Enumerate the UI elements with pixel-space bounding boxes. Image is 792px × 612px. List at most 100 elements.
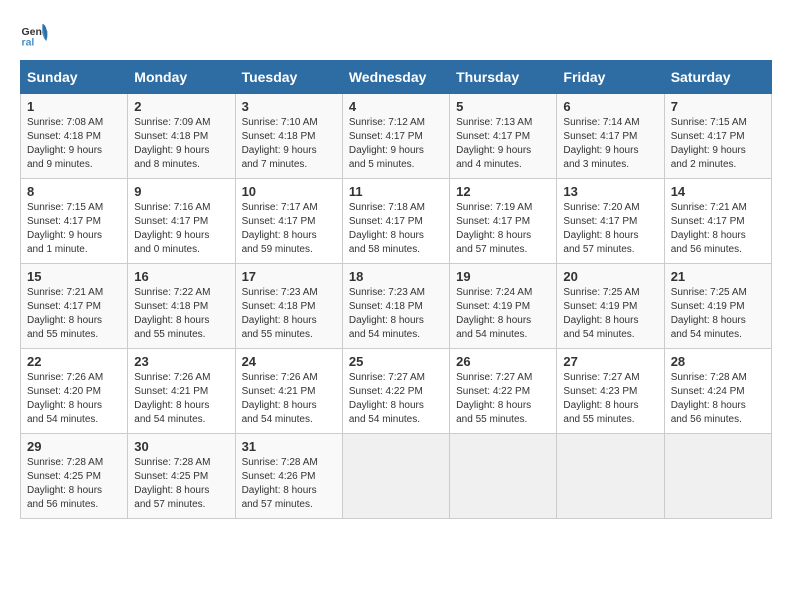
day-info: Sunrise: 7:27 AMSunset: 4:22 PMDaylight:… — [456, 371, 550, 427]
day-info: Sunrise: 7:20 AMSunset: 4:17 PMDaylight:… — [563, 201, 657, 257]
day-info: Sunrise: 7:21 AMSunset: 4:17 PMDaylight:… — [27, 286, 121, 342]
day-number: 2 — [134, 99, 228, 114]
day-number: 3 — [242, 99, 336, 114]
calendar-cell: 29 Sunrise: 7:28 AMSunset: 4:25 PMDayligh… — [21, 434, 128, 519]
calendar-cell: 28 Sunrise: 7:28 AMSunset: 4:24 PMDayligh… — [664, 349, 771, 434]
day-number: 17 — [242, 269, 336, 284]
calendar-cell — [664, 434, 771, 519]
calendar-table: SundayMondayTuesdayWednesdayThursdayFrid… — [20, 60, 772, 519]
calendar-cell — [342, 434, 449, 519]
day-number: 20 — [563, 269, 657, 284]
calendar-cell: 7Sunrise: 7:15 AMSunset: 4:17 PMDaylight… — [664, 94, 771, 179]
day-number: 4 — [349, 99, 443, 114]
calendar-cell: 14 Sunrise: 7:21 AMSunset: 4:17 PMDayligh… — [664, 179, 771, 264]
day-info: Sunrise: 7:19 AMSunset: 4:17 PMDaylight:… — [456, 201, 550, 257]
week-row-4: 22 Sunrise: 7:26 AMSunset: 4:20 PMDayligh… — [21, 349, 772, 434]
day-info: Sunrise: 7:14 AMSunset: 4:17 PMDaylight:… — [563, 116, 657, 172]
day-info: Sunrise: 7:25 AMSunset: 4:19 PMDaylight:… — [563, 286, 657, 342]
day-number: 14 — [671, 184, 765, 199]
week-row-2: 8Sunrise: 7:15 AMSunset: 4:17 PMDaylight… — [21, 179, 772, 264]
calendar-cell: 8Sunrise: 7:15 AMSunset: 4:17 PMDaylight… — [21, 179, 128, 264]
day-info: Sunrise: 7:23 AMSunset: 4:18 PMDaylight:… — [349, 286, 443, 342]
calendar-cell: 5Sunrise: 7:13 AMSunset: 4:17 PMDaylight… — [450, 94, 557, 179]
calendar-cell: 18 Sunrise: 7:23 AMSunset: 4:18 PMDayligh… — [342, 264, 449, 349]
day-info: Sunrise: 7:28 AMSunset: 4:24 PMDaylight:… — [671, 371, 765, 427]
calendar-cell: 6 Sunrise: 7:14 AMSunset: 4:17 PMDaylight… — [557, 94, 664, 179]
day-info: Sunrise: 7:16 AMSunset: 4:17 PMDaylight:… — [134, 201, 228, 257]
day-info: Sunrise: 7:21 AMSunset: 4:17 PMDaylight:… — [671, 201, 765, 257]
day-number: 23 — [134, 354, 228, 369]
day-number: 28 — [671, 354, 765, 369]
weekday-header-wednesday: Wednesday — [342, 61, 449, 94]
calendar-cell: 22 Sunrise: 7:26 AMSunset: 4:20 PMDayligh… — [21, 349, 128, 434]
day-number: 7 — [671, 99, 765, 114]
day-number: 19 — [456, 269, 550, 284]
day-number: 9 — [134, 184, 228, 199]
day-info: Sunrise: 7:25 AMSunset: 4:19 PMDaylight:… — [671, 286, 765, 342]
calendar-cell: 2 Sunrise: 7:09 AMSunset: 4:18 PMDaylight… — [128, 94, 235, 179]
day-number: 8 — [27, 184, 121, 199]
day-info: Sunrise: 7:27 AMSunset: 4:22 PMDaylight:… — [349, 371, 443, 427]
day-info: Sunrise: 7:08 AMSunset: 4:18 PMDaylight:… — [27, 116, 121, 172]
calendar-cell: 3 Sunrise: 7:10 AMSunset: 4:18 PMDaylight… — [235, 94, 342, 179]
day-number: 12 — [456, 184, 550, 199]
weekday-header-saturday: Saturday — [664, 61, 771, 94]
weekday-header-sunday: Sunday — [21, 61, 128, 94]
day-info: Sunrise: 7:13 AMSunset: 4:17 PMDaylight:… — [456, 116, 550, 172]
calendar-cell: 1 Sunrise: 7:08 AMSunset: 4:18 PMDaylight… — [21, 94, 128, 179]
week-row-1: 1 Sunrise: 7:08 AMSunset: 4:18 PMDaylight… — [21, 94, 772, 179]
day-info: Sunrise: 7:22 AMSunset: 4:18 PMDaylight:… — [134, 286, 228, 342]
calendar-cell: 11 Sunrise: 7:18 AMSunset: 4:17 PMDayligh… — [342, 179, 449, 264]
day-number: 27 — [563, 354, 657, 369]
calendar-cell: 30 Sunrise: 7:28 AMSunset: 4:25 PMDayligh… — [128, 434, 235, 519]
day-number: 1 — [27, 99, 121, 114]
day-info: Sunrise: 7:27 AMSunset: 4:23 PMDaylight:… — [563, 371, 657, 427]
week-row-3: 15Sunrise: 7:21 AMSunset: 4:17 PMDayligh… — [21, 264, 772, 349]
calendar-cell: 23 Sunrise: 7:26 AMSunset: 4:21 PMDayligh… — [128, 349, 235, 434]
day-number: 21 — [671, 269, 765, 284]
day-number: 11 — [349, 184, 443, 199]
calendar-cell: 19 Sunrise: 7:24 AMSunset: 4:19 PMDayligh… — [450, 264, 557, 349]
day-number: 25 — [349, 354, 443, 369]
week-row-5: 29 Sunrise: 7:28 AMSunset: 4:25 PMDayligh… — [21, 434, 772, 519]
day-info: Sunrise: 7:24 AMSunset: 4:19 PMDaylight:… — [456, 286, 550, 342]
logo-icon: Gene ral — [20, 20, 50, 50]
calendar-cell: 9 Sunrise: 7:16 AMSunset: 4:17 PMDaylight… — [128, 179, 235, 264]
day-number: 31 — [242, 439, 336, 454]
day-info: Sunrise: 7:10 AMSunset: 4:18 PMDaylight:… — [242, 116, 336, 172]
day-info: Sunrise: 7:09 AMSunset: 4:18 PMDaylight:… — [134, 116, 228, 172]
day-info: Sunrise: 7:28 AMSunset: 4:25 PMDaylight:… — [27, 456, 121, 512]
day-info: Sunrise: 7:28 AMSunset: 4:26 PMDaylight:… — [242, 456, 336, 512]
day-number: 13 — [563, 184, 657, 199]
day-number: 26 — [456, 354, 550, 369]
weekday-header-thursday: Thursday — [450, 61, 557, 94]
calendar-cell: 4Sunrise: 7:12 AMSunset: 4:17 PMDaylight… — [342, 94, 449, 179]
calendar-cell: 16 Sunrise: 7:22 AMSunset: 4:18 PMDayligh… — [128, 264, 235, 349]
calendar-cell: 25 Sunrise: 7:27 AMSunset: 4:22 PMDayligh… — [342, 349, 449, 434]
day-number: 22 — [27, 354, 121, 369]
weekday-header-tuesday: Tuesday — [235, 61, 342, 94]
day-number: 29 — [27, 439, 121, 454]
day-number: 6 — [563, 99, 657, 114]
day-info: Sunrise: 7:28 AMSunset: 4:25 PMDaylight:… — [134, 456, 228, 512]
calendar-cell: 24Sunrise: 7:26 AMSunset: 4:21 PMDayligh… — [235, 349, 342, 434]
day-info: Sunrise: 7:23 AMSunset: 4:18 PMDaylight:… — [242, 286, 336, 342]
calendar-cell: 15Sunrise: 7:21 AMSunset: 4:17 PMDayligh… — [21, 264, 128, 349]
calendar-cell: 13 Sunrise: 7:20 AMSunset: 4:17 PMDayligh… — [557, 179, 664, 264]
day-number: 16 — [134, 269, 228, 284]
day-info: Sunrise: 7:26 AMSunset: 4:20 PMDaylight:… — [27, 371, 121, 427]
weekday-header-row: SundayMondayTuesdayWednesdayThursdayFrid… — [21, 61, 772, 94]
calendar-cell: 31 Sunrise: 7:28 AMSunset: 4:26 PMDayligh… — [235, 434, 342, 519]
day-number: 24 — [242, 354, 336, 369]
calendar-cell — [557, 434, 664, 519]
calendar-cell: 20 Sunrise: 7:25 AMSunset: 4:19 PMDayligh… — [557, 264, 664, 349]
day-info: Sunrise: 7:26 AMSunset: 4:21 PMDaylight:… — [134, 371, 228, 427]
logo: Gene ral — [20, 20, 54, 50]
day-info: Sunrise: 7:18 AMSunset: 4:17 PMDaylight:… — [349, 201, 443, 257]
calendar-cell: 27 Sunrise: 7:27 AMSunset: 4:23 PMDayligh… — [557, 349, 664, 434]
weekday-header-friday: Friday — [557, 61, 664, 94]
calendar-cell: 10Sunrise: 7:17 AMSunset: 4:17 PMDayligh… — [235, 179, 342, 264]
day-number: 18 — [349, 269, 443, 284]
header: Gene ral — [20, 20, 772, 50]
day-number: 30 — [134, 439, 228, 454]
